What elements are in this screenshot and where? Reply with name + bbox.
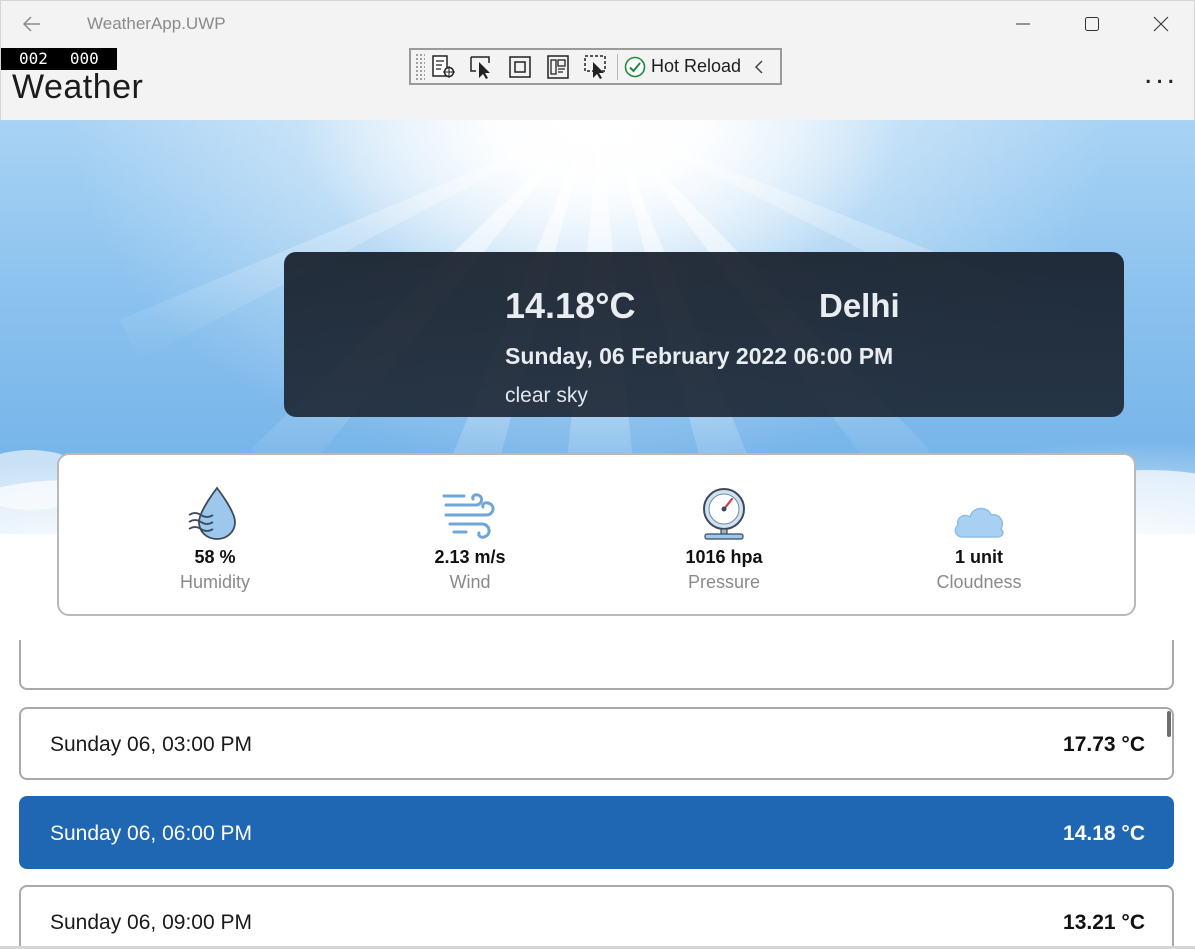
humidity-label: Humidity: [179, 572, 250, 592]
more-options-button[interactable]: ...: [1141, 59, 1181, 94]
current-temperature: 14.18°C: [505, 285, 636, 326]
forecast-row[interactable]: [19, 640, 1174, 690]
minimize-button[interactable]: [1000, 7, 1046, 41]
current-datetime: Sunday, 06 February 2022 06:00 PM: [505, 343, 894, 369]
forecast-time: Sunday 06, 09:00 PM: [50, 911, 252, 934]
pressure-gauge-icon: [703, 488, 745, 540]
maximize-button[interactable]: [1069, 7, 1115, 41]
display-layout-adorners-button[interactable]: [501, 50, 539, 83]
humidity-icon: [188, 486, 236, 540]
toolbar-separator: [617, 53, 618, 80]
select-element-button[interactable]: [463, 50, 501, 83]
forecast-row-selected[interactable]: Sunday 06, 06:00 PM 14.18 °C: [19, 796, 1174, 869]
forecast-row[interactable]: Sunday 06, 03:00 PM 17.73 °C: [19, 707, 1174, 780]
weather-description: clear sky: [505, 384, 588, 407]
preview-selection-icon: [584, 54, 606, 79]
wind-icon: [442, 493, 495, 539]
page-title: Weather: [12, 68, 144, 106]
forecast-time: Sunday 06, 06:00 PM: [50, 822, 252, 845]
stat-pressure: 1016 hpa Pressure: [624, 483, 824, 593]
pressure-label: Pressure: [687, 572, 761, 592]
hot-reload-status[interactable]: Hot Reload: [622, 50, 747, 83]
humidity-value: 58 %: [194, 547, 236, 567]
forecast-temp: 14.18 °C: [1063, 822, 1145, 845]
wind-value: 2.13 m/s: [434, 547, 506, 567]
forecast-list[interactable]: Sunday 06, 03:00 PM 17.73 °C Sunday 06, …: [0, 640, 1195, 949]
collapse-toolbar-button[interactable]: [747, 50, 771, 83]
forecast-row[interactable]: Sunday 06, 09:00 PM 13.21 °C: [19, 885, 1174, 949]
back-button[interactable]: [15, 9, 49, 39]
track-focused-element-button[interactable]: [539, 50, 577, 83]
layout-adorners-icon: [509, 55, 531, 78]
chevron-left-icon: [755, 59, 763, 74]
forecast-temp: 17.73 °C: [1063, 733, 1145, 756]
frame-rate-counter: 002 000: [1, 48, 117, 70]
back-arrow-icon: [23, 16, 40, 32]
close-button[interactable]: [1138, 7, 1184, 41]
forecast-temp: 13.21 °C: [1063, 911, 1145, 934]
select-element-icon: [470, 55, 490, 79]
live-visual-tree-button[interactable]: [425, 50, 463, 83]
list-scrollbar-thumb[interactable]: [1167, 711, 1171, 737]
weather-stats-card: 58 % Humidity 2.13 m/s Wind 1016 hpa Pre…: [57, 453, 1136, 616]
stat-wind: 2.13 m/s Wind: [370, 483, 570, 593]
cloud-icon: [954, 507, 1004, 538]
stat-humidity: 58 % Humidity: [115, 483, 315, 593]
live-visual-tree-icon: [432, 54, 455, 78]
minimize-icon: [1016, 23, 1030, 25]
wind-label: Wind: [449, 572, 491, 592]
current-weather-card: 14.18°C Delhi Sunday, 06 February 2022 0…: [284, 252, 1124, 417]
close-icon: [1153, 16, 1169, 32]
check-circle-icon: [624, 56, 646, 77]
track-focus-icon: [547, 54, 569, 79]
maximize-icon: [1085, 17, 1099, 31]
stat-cloudness: 1 unit Cloudness: [879, 483, 1079, 593]
cloudness-label: Cloudness: [936, 572, 1022, 592]
toolbar-drag-handle[interactable]: [415, 53, 425, 80]
pressure-value: 1016 hpa: [685, 547, 763, 567]
hot-reload-label: Hot Reload: [651, 56, 742, 76]
cloudness-value: 1 unit: [955, 547, 1003, 567]
city-name: Delhi: [819, 287, 900, 324]
forecast-time: Sunday 06, 03:00 PM: [50, 733, 252, 756]
counter-value: 002: [19, 49, 48, 68]
window-title: WeatherApp.UWP: [87, 14, 226, 33]
counter-value: 000: [69, 49, 99, 68]
preview-selection-button[interactable]: [577, 50, 615, 83]
xaml-debug-toolbar: Hot Reload: [409, 48, 782, 85]
title-bar: WeatherApp.UWP: [0, 0, 1195, 48]
